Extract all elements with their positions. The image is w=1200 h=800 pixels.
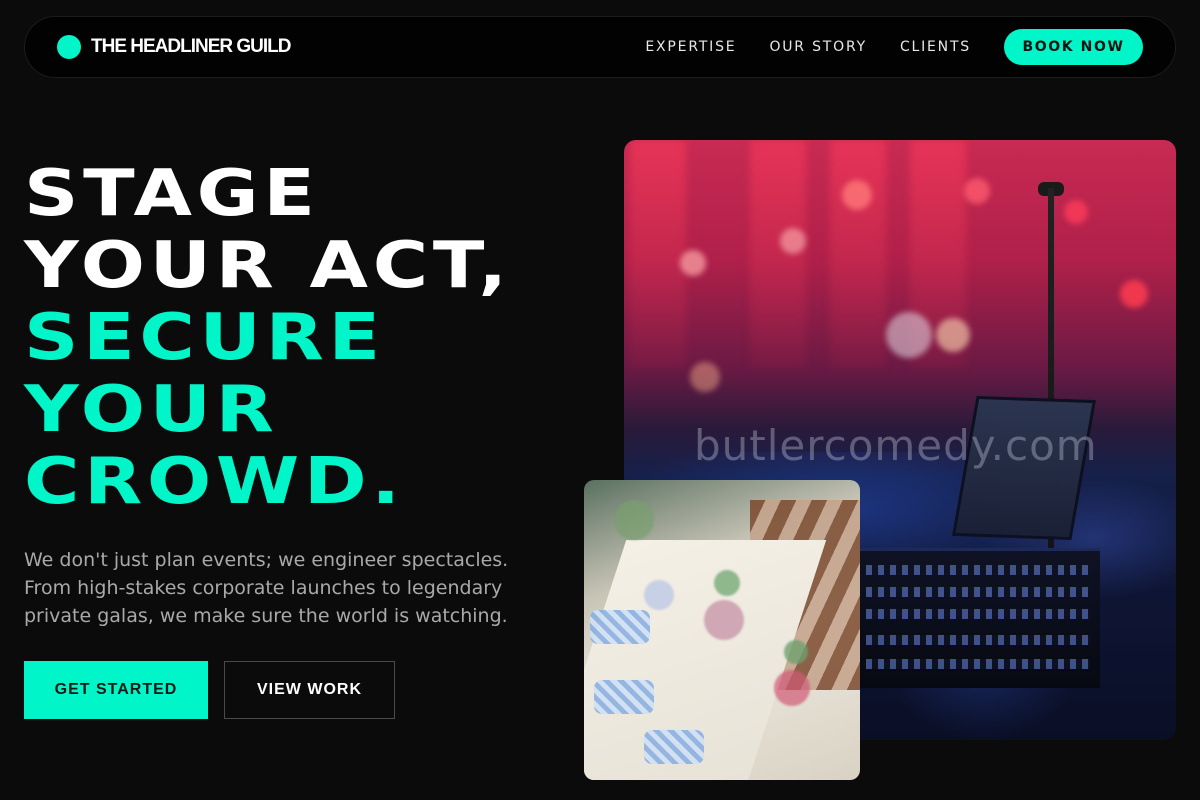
brand-name: THE HEADLINER GUILD <box>91 36 291 57</box>
hero-headline: STAGE YOUR ACT, SECURE YOUR CROWD. <box>24 158 685 518</box>
headline-line-2: YOUR ACT, <box>24 229 512 303</box>
image-watermark: butlercomedy.com <box>694 421 1098 470</box>
hero-description: We don't just plan events; we engineer s… <box>24 549 509 627</box>
headline-line-3: SECURE <box>24 301 385 375</box>
view-work-button[interactable]: VIEW WORK <box>224 661 395 719</box>
brand-dot-icon <box>57 35 81 59</box>
headline-line-4: YOUR <box>24 373 279 447</box>
banquet-table-image <box>584 480 860 780</box>
get-started-button[interactable]: GET STARTED <box>24 661 208 719</box>
headline-line-1: STAGE <box>24 157 320 231</box>
nav-link-clients[interactable]: CLIENTS <box>900 39 971 55</box>
book-now-button[interactable]: BOOK NOW <box>1004 29 1143 65</box>
nav-menu: EXPERTISE OUR STORY CLIENTS BOOK NOW <box>645 29 1143 65</box>
brand-logo[interactable]: THE HEADLINER GUILD <box>57 35 291 59</box>
nav-link-expertise[interactable]: EXPERTISE <box>645 39 736 55</box>
nav-link-our-story[interactable]: OUR STORY <box>769 39 867 55</box>
top-navbar: THE HEADLINER GUILD EXPERTISE OUR STORY … <box>24 16 1176 78</box>
mixing-console <box>860 548 1100 688</box>
